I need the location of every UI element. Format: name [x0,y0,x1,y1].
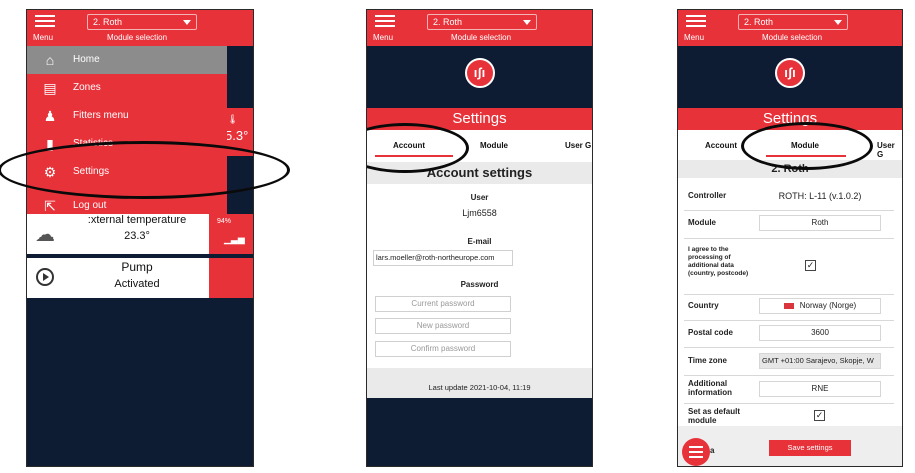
external-temperature-value: 23.3° [124,230,150,242]
play-icon [36,268,54,286]
consent-checkbox[interactable]: ✓ [805,260,816,271]
last-update: Last update 2021-10-04, 11:19 [428,383,531,392]
password-label: Password [460,280,499,289]
menu-item-label: Home [73,54,100,65]
controller-label: Controller [688,191,727,200]
battery-level: 94% [217,218,232,225]
divider [684,320,894,321]
fab-menu-icon[interactable] [682,438,710,466]
default-module-checkbox[interactable]: ✓ [814,410,825,421]
logout-icon: ⇱ [44,198,56,214]
tab-user-guide[interactable]: User G [565,141,591,150]
postal-code-input[interactable]: 3600 [759,325,881,341]
menu-item-label: Zones [73,82,101,93]
phone-screen-account: Menu 2. Roth Module selection ıʃı Settin… [366,9,593,467]
email-field[interactable]: lars.moeller@roth-northeurope.com [373,250,513,266]
pump-title: Pump [121,260,153,274]
module-name-input[interactable]: Roth [759,215,881,231]
menu-item-label: Log out [73,200,107,211]
module-label: Module [688,218,716,227]
chevron-down-icon [523,20,531,25]
additional-info-input[interactable]: RNE [759,381,881,397]
pump-state: Activated [114,278,160,290]
module-selection-label: Module selection [451,33,512,42]
module-select-value: 2. Roth [93,17,123,27]
postal-code-label: Postal code [688,328,733,337]
tab-user-guide[interactable]: User G [877,141,902,159]
time-zone-label: Time zone [688,356,727,365]
additional-info-label: Additional information [688,379,732,397]
divider [684,238,894,239]
top-bar: Menu 2. Roth Module selection [367,10,592,46]
module-select[interactable]: 2. Roth [738,14,848,30]
consent-label: I agree to the processing of additional … [688,246,749,277]
fab-suffix: a [710,446,715,455]
divider [684,210,894,211]
menu-item-label: Fitters menu [73,110,129,121]
signal-icon: ▁▃▅ [224,234,245,244]
external-temperature-title: :xternal temperature [87,214,187,226]
divider [684,347,894,348]
module-select-value: 2. Roth [744,17,774,27]
chevron-down-icon [183,20,191,25]
country-label: Country [688,301,719,310]
country-value: Norway (Norge) [799,301,857,310]
default-module-label: Set as default module [688,407,741,425]
phone-screen-module: Menu 2. Roth Module selection ıʃı Settin… [677,9,903,467]
hamburger-icon[interactable] [686,15,706,30]
bottom-dark [367,398,592,466]
divider [684,375,894,376]
fitters-icon: ♟ [43,108,57,124]
top-bar: Menu 2. Roth Module selection [678,10,902,46]
roth-logo-icon: ıʃı [464,58,495,88]
confirm-password-input[interactable]: Confirm password [375,341,511,357]
divider [684,294,894,295]
user-value: Ljm6558 [462,208,497,218]
hamburger-icon[interactable] [35,15,55,30]
zones-icon: ▤ [43,80,57,96]
new-password-input[interactable]: New password [375,318,511,334]
module-select[interactable]: 2. Roth [427,14,537,30]
module-select[interactable]: 2. Roth [87,14,197,30]
menu-label: Menu [33,33,54,42]
country-select[interactable]: Norway (Norge) [759,298,881,314]
norway-flag-icon [783,302,794,309]
menu-item-home[interactable]: ⌂ Home [27,46,227,74]
tab-module[interactable]: Module [480,141,508,150]
menu-item-fitters[interactable]: ♟ Fitters menu [27,102,227,130]
tab-account[interactable]: Account [705,141,737,150]
top-bar: Menu 2. Roth Module selection [27,10,253,46]
menu-item-zones[interactable]: ▤ Zones [27,74,227,102]
time-zone-select[interactable]: GMT +01:00 Sarajevo, Skopje, W [759,353,881,369]
divider [684,403,894,404]
pump-side [209,258,253,298]
drop-icon: 🌡︎ [227,114,239,124]
chevron-down-icon [834,20,842,25]
controller-value: ROTH: L-11 (v.1.0.2) [778,191,862,201]
module-selection-label: Module selection [762,33,823,42]
side-value: 5.3° [225,128,249,143]
current-password-input[interactable]: Current password [375,296,511,312]
module-selection-label: Module selection [107,33,168,42]
phone-screen-menu: Menu 2. Roth Module selection 🌡︎ 5.3° ⌂ … [26,9,254,467]
highlight-ellipse [0,141,290,199]
home-icon: ⌂ [45,52,55,68]
menu-label: Menu [373,33,394,42]
roth-logo-icon: ıʃı [775,58,805,88]
user-label: User [470,193,489,202]
save-settings-button[interactable]: Save settings [769,440,851,456]
menu-label: Menu [684,33,705,42]
hamburger-icon[interactable] [375,15,395,30]
email-label: E-mail [467,237,492,246]
module-select-value: 2. Roth [433,17,463,27]
weather-icon: ☁ [35,224,55,246]
highlight-ellipse [741,122,873,170]
